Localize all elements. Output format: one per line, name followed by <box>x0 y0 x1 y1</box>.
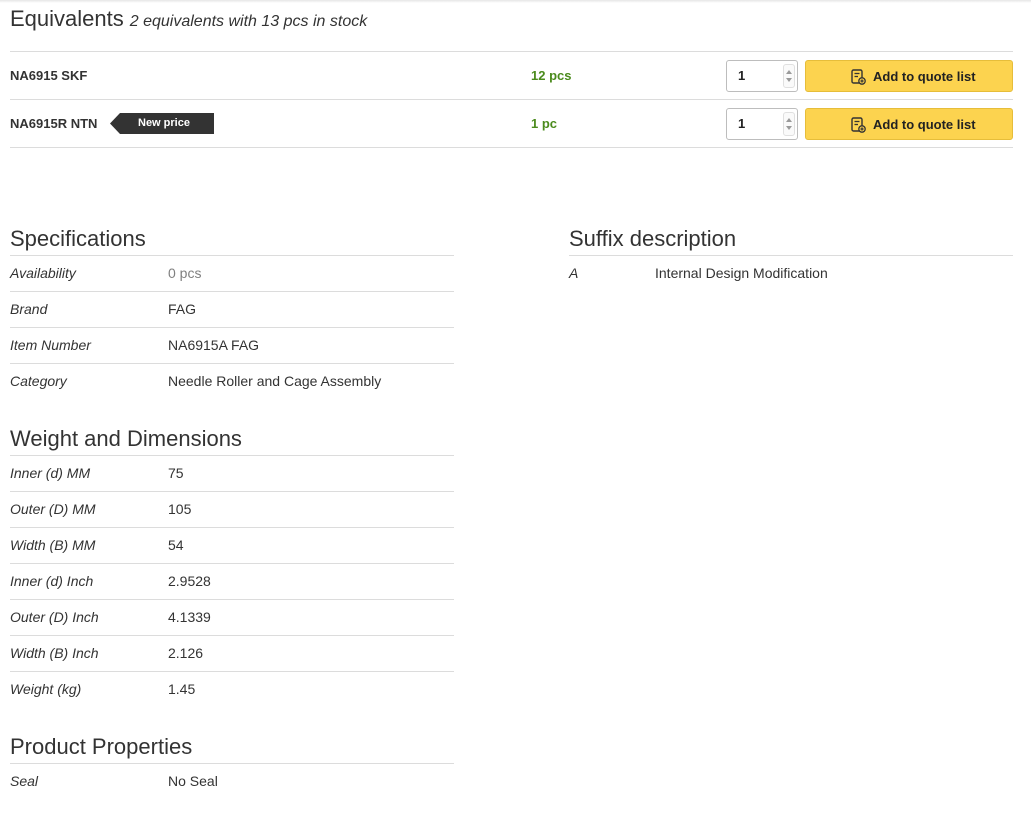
weight-dimensions-title: Weight and Dimensions <box>10 425 454 456</box>
spec-value: NA6915A FAG <box>168 337 260 353</box>
spec-label: Category <box>10 373 67 389</box>
quantity-input[interactable]: 1 <box>726 108 798 140</box>
stepper-arrows-icon[interactable] <box>783 112 795 136</box>
spec-value: 4.1339 <box>168 609 211 625</box>
equivalents-title: Equivalents <box>10 6 124 31</box>
spec-row: Outer (D) MM 105 <box>10 492 454 528</box>
top-shadow <box>0 0 1031 3</box>
equivalent-stock: 12 pcs <box>531 68 572 83</box>
spec-value: 2.126 <box>168 645 204 661</box>
suffix-description-title: Suffix description <box>569 225 1013 256</box>
spec-value: 1.45 <box>168 681 196 697</box>
quantity-value[interactable]: 1 <box>738 61 745 91</box>
spec-value: FAG <box>168 301 197 317</box>
spec-row: Inner (d) Inch 2.9528 <box>10 564 454 600</box>
specifications-section: Specifications Availability 0 pcs Brand … <box>10 225 454 400</box>
add-to-quote-list-button[interactable]: Add to quote list <box>805 108 1013 140</box>
product-properties-section: Product Properties Seal No Seal <box>10 733 454 800</box>
quote-list-icon <box>851 69 866 85</box>
new-price-tag: New price <box>110 113 214 134</box>
quantity-input[interactable]: 1 <box>726 60 798 92</box>
spec-row-seal: Seal No Seal <box>10 764 454 800</box>
add-to-quote-list-label: Add to quote list <box>873 116 976 132</box>
spec-label: Outer (D) MM <box>10 501 96 517</box>
add-to-quote-list-button[interactable]: Add to quote list <box>805 60 1013 92</box>
spec-label: Seal <box>10 773 39 789</box>
spec-label: Inner (d) Inch <box>10 573 94 589</box>
equivalent-stock: 1 pc <box>531 116 558 131</box>
spec-row: Width (B) MM 54 <box>10 528 454 564</box>
spec-label: Inner (d) MM <box>10 465 91 481</box>
spec-row-availability: Availability 0 pcs <box>10 256 454 292</box>
equivalent-row: NA6915R NTN New price 1 pc 1 Add to quot… <box>10 100 1013 148</box>
quote-list-icon <box>851 117 866 133</box>
spec-row: Width (B) Inch 2.126 <box>10 636 454 672</box>
spec-value: 75 <box>168 465 184 481</box>
spec-label: Availability <box>10 265 76 281</box>
add-to-quote-list-label: Add to quote list <box>873 68 976 84</box>
increment-arrow-icon[interactable] <box>786 118 792 122</box>
spec-value: 0 pcs <box>168 265 202 281</box>
spec-label: Width (B) Inch <box>10 645 99 661</box>
suffix-meaning: Internal Design Modification <box>655 265 828 281</box>
weight-dimensions-section: Weight and Dimensions Inner (d) MM 75 Ou… <box>10 425 454 708</box>
spec-value: Needle Roller and Cage Assembly <box>168 373 382 389</box>
spec-value: 2.9528 <box>168 573 211 589</box>
equivalent-name[interactable]: NA6915 SKF <box>10 52 87 99</box>
spec-value: 54 <box>168 537 184 553</box>
spec-value: No Seal <box>168 773 218 789</box>
spec-row: Outer (D) Inch 4.1339 <box>10 600 454 636</box>
equivalents-header: Equivalents 2 equivalents with 13 pcs in… <box>10 6 367 36</box>
spec-label: Outer (D) Inch <box>10 609 99 625</box>
spec-row-item-number: Item Number NA6915A FAG <box>10 328 454 364</box>
specifications-title: Specifications <box>10 225 454 256</box>
equivalents-table: NA6915 SKF 12 pcs 1 Add to quote list NA… <box>10 51 1013 148</box>
suffix-code: A <box>569 265 579 281</box>
stepper-arrows-icon[interactable] <box>783 64 795 88</box>
suffix-description-section: Suffix description A Internal Design Mod… <box>569 225 1013 292</box>
spec-row: Weight (kg) 1.45 <box>10 672 454 708</box>
spec-row-brand: Brand FAG <box>10 292 454 328</box>
spec-row: Inner (d) MM 75 <box>10 456 454 492</box>
suffix-row: A Internal Design Modification <box>569 256 1013 292</box>
decrement-arrow-icon[interactable] <box>786 78 792 82</box>
spec-label: Brand <box>10 301 48 317</box>
equivalent-name[interactable]: NA6915R NTN <box>10 100 97 147</box>
increment-arrow-icon[interactable] <box>786 70 792 74</box>
spec-label: Width (B) MM <box>10 537 96 553</box>
equivalent-row: NA6915 SKF 12 pcs 1 Add to quote list <box>10 52 1013 100</box>
spec-label: Weight (kg) <box>10 681 82 697</box>
equivalents-subtitle: 2 equivalents with 13 pcs in stock <box>129 13 368 30</box>
spec-value: 105 <box>168 501 192 517</box>
spec-row-category: Category Needle Roller and Cage Assembly <box>10 364 454 400</box>
quantity-value[interactable]: 1 <box>738 109 745 139</box>
decrement-arrow-icon[interactable] <box>786 126 792 130</box>
spec-label: Item Number <box>10 337 91 353</box>
product-properties-title: Product Properties <box>10 733 454 764</box>
